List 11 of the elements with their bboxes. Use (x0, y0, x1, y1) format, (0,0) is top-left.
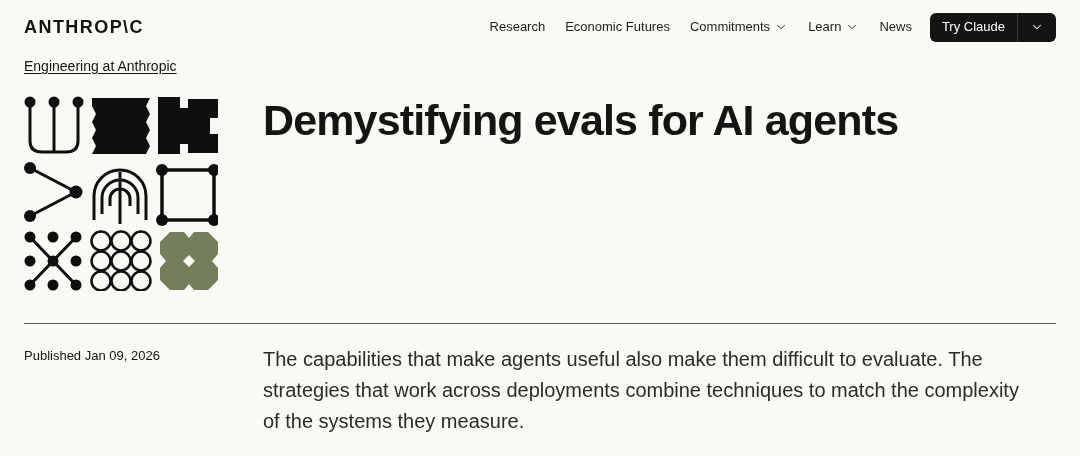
nav-link[interactable]: Research (489, 17, 546, 37)
article-title: Demystifying evals for AI agents (263, 99, 899, 146)
article-summary: The capabilities that make agents useful also make them difficult to evaluate. The strategies that work across deployments combine techniques to match the complexity of the systems they measure. (263, 347, 1020, 434)
nav-link[interactable]: Commitments (689, 17, 789, 37)
try-claude-button[interactable]: Try Claude (929, 12, 1017, 42)
nav-link[interactable]: Economic Futures (565, 17, 670, 37)
published-date: Published Jan 09, 2026 (24, 347, 161, 365)
site-logo[interactable]: ANTHROP\C (24, 13, 144, 41)
nav-link[interactable]: News (879, 17, 912, 37)
breadcrumb-link[interactable]: Engineering at Anthropic (24, 56, 177, 77)
nav-link[interactable]: Learn (808, 17, 860, 37)
